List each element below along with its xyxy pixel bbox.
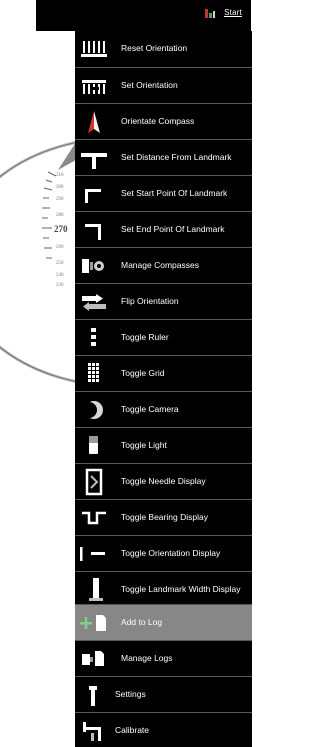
ruler-icon bbox=[91, 328, 96, 346]
menu-label: Toggle Ruler bbox=[121, 332, 169, 342]
needle-display-icon bbox=[85, 468, 103, 496]
menu-label: Add to Log bbox=[121, 617, 163, 627]
side-menu: Reset Orientation Set Orientation Orient… bbox=[75, 31, 252, 747]
camera-moon-icon bbox=[81, 401, 103, 419]
menu-item-manage-compasses[interactable]: Manage Compasses bbox=[75, 247, 252, 283]
grid-icon bbox=[88, 363, 99, 382]
menu-label: Flip Orientation bbox=[121, 296, 179, 306]
add-log-icon bbox=[80, 615, 106, 631]
menu-label: Manage Logs bbox=[121, 653, 173, 663]
start-button[interactable]: Start bbox=[224, 8, 242, 17]
menu-item-toggle-orientation-display[interactable]: Toggle Orientation Display bbox=[75, 535, 252, 571]
menu-label: Calibrate bbox=[115, 725, 150, 735]
menu-label: Reset Orientation bbox=[121, 43, 188, 53]
orientation-display-icon bbox=[80, 547, 105, 561]
menu-item-set-start-point[interactable]: Set Start Point Of Landmark bbox=[75, 175, 252, 211]
dial-label: 260 bbox=[56, 245, 64, 250]
menu-item-toggle-bearing-display[interactable]: Toggle Bearing Display bbox=[75, 499, 252, 535]
menu-item-toggle-landmark-width-display[interactable]: Toggle Landmark Width Display bbox=[75, 571, 252, 607]
menu-label: Toggle Light bbox=[121, 440, 167, 450]
manage-compasses-icon bbox=[82, 259, 104, 273]
manage-logs-icon bbox=[82, 651, 104, 666]
light-icon bbox=[89, 436, 98, 454]
menu-item-manage-logs[interactable]: Manage Logs bbox=[75, 640, 252, 676]
flip-orientation-icon bbox=[82, 294, 106, 311]
dial-label: 240 bbox=[56, 273, 64, 278]
dial-label: 310 bbox=[56, 173, 64, 178]
menu-label: Toggle Bearing Display bbox=[121, 512, 208, 522]
menu-item-toggle-light[interactable]: Toggle Light bbox=[75, 427, 252, 463]
distance-landmark-icon bbox=[81, 153, 107, 169]
menu-item-set-orientation[interactable]: Set Orientation bbox=[75, 67, 252, 103]
compass-dial: 310 300 290 280 270 260 250 240 230 bbox=[0, 136, 76, 388]
menu-label: Settings bbox=[115, 689, 146, 699]
menu-label: Set Distance From Landmark bbox=[121, 152, 232, 162]
menu-label: Set Start Point Of Landmark bbox=[121, 188, 228, 198]
dial-label: 270 bbox=[54, 224, 68, 234]
menu-label: Toggle Camera bbox=[121, 404, 179, 414]
settings-icon bbox=[89, 686, 97, 706]
end-point-icon bbox=[85, 224, 101, 240]
menu-label: Manage Compasses bbox=[121, 260, 199, 270]
dial-label: 280 bbox=[56, 213, 64, 218]
menu-item-set-distance-from-landmark[interactable]: Set Distance From Landmark bbox=[75, 139, 252, 175]
menu-item-orientate-compass[interactable]: Orientate Compass bbox=[75, 103, 252, 139]
menu-item-settings[interactable]: Settings bbox=[75, 676, 252, 712]
menu-item-flip-orientation[interactable]: Flip Orientation bbox=[75, 283, 252, 319]
menu-label: Toggle Grid bbox=[121, 368, 165, 378]
dial-label: 250 bbox=[56, 261, 64, 266]
menu-label: Toggle Needle Display bbox=[121, 476, 206, 486]
calibrate-icon bbox=[83, 722, 101, 741]
menu-item-reset-orientation[interactable]: Reset Orientation bbox=[75, 31, 252, 67]
top-bar: Start bbox=[36, 0, 251, 31]
reset-orientation-icon bbox=[81, 41, 107, 57]
menu-label: Set End Point Of Landmark bbox=[121, 224, 225, 234]
dial-label: 230 bbox=[56, 283, 64, 288]
menu-item-toggle-camera[interactable]: Toggle Camera bbox=[75, 391, 252, 427]
menu-item-toggle-ruler[interactable]: Toggle Ruler bbox=[75, 319, 252, 355]
bearing-display-icon bbox=[82, 511, 106, 525]
menu-label: Toggle Orientation Display bbox=[121, 548, 221, 558]
signal-bars-icon bbox=[205, 9, 215, 19]
menu-item-toggle-needle-display[interactable]: Toggle Needle Display bbox=[75, 463, 252, 499]
menu-item-toggle-grid[interactable]: Toggle Grid bbox=[75, 355, 252, 391]
set-orientation-icon bbox=[82, 80, 106, 94]
menu-label: Orientate Compass bbox=[121, 116, 195, 126]
menu-item-calibrate[interactable]: Calibrate bbox=[75, 712, 252, 747]
menu-item-set-end-point[interactable]: Set End Point Of Landmark bbox=[75, 211, 252, 247]
dial-label: 290 bbox=[56, 197, 64, 202]
landmark-width-icon bbox=[89, 578, 103, 601]
menu-item-add-to-log[interactable]: Add to Log bbox=[75, 604, 252, 640]
orientate-compass-icon bbox=[88, 111, 100, 133]
start-point-icon bbox=[85, 189, 101, 203]
dial-label: 300 bbox=[56, 185, 64, 190]
menu-label: Set Orientation bbox=[121, 80, 178, 90]
menu-label: Toggle Landmark Width Display bbox=[121, 584, 241, 594]
